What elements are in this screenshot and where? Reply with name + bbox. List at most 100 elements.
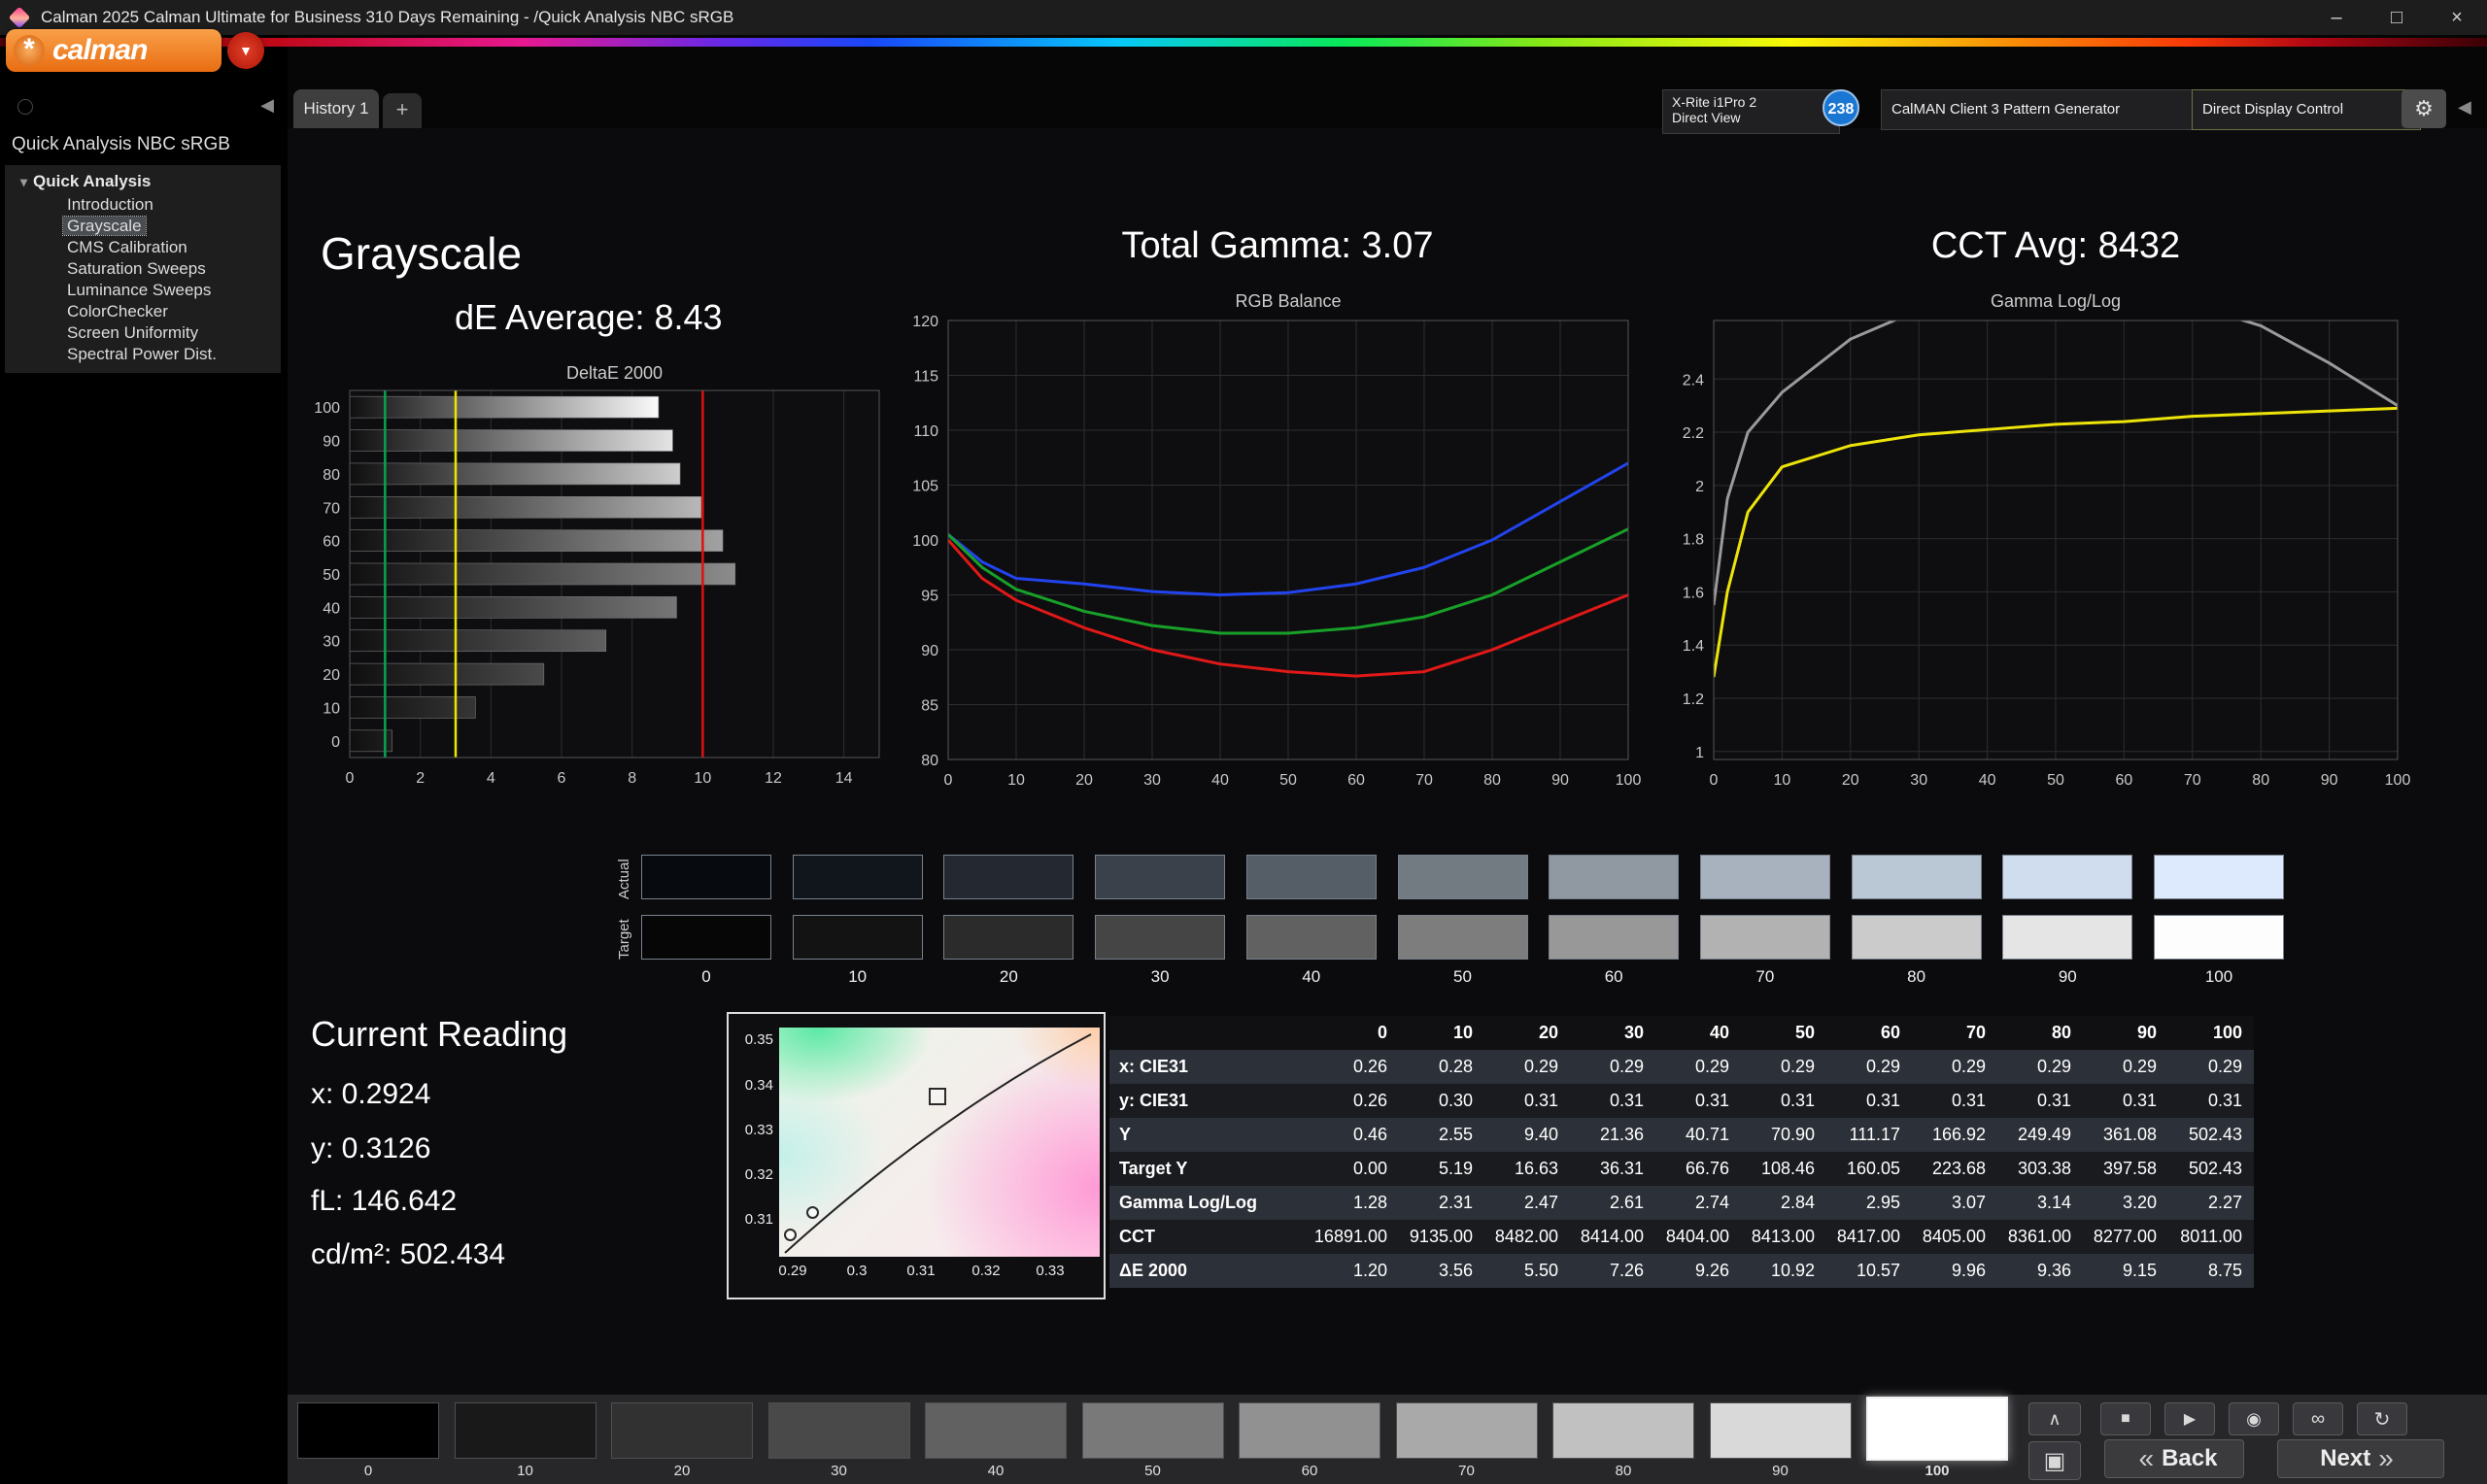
next-button[interactable]: Next » (2277, 1439, 2444, 1478)
table-cell: 8277.00 (2083, 1220, 2168, 1254)
table-cell: 3.56 (1399, 1254, 1484, 1288)
table-cell: 223.68 (1912, 1152, 1997, 1186)
table-cell: 21.36 (1570, 1118, 1655, 1152)
sidebar-item-grayscale[interactable]: Grayscale (5, 216, 281, 237)
table-cell: 108.46 (1741, 1152, 1826, 1186)
patch-swatch (1710, 1402, 1852, 1459)
meter-reading-badge[interactable]: 238 (1823, 89, 1859, 126)
sidebar-item-spectral-power-dist-[interactable]: Spectral Power Dist. (5, 344, 281, 365)
pattern-patch-0[interactable]: 0 (297, 1395, 439, 1484)
patch-swatch (1082, 1402, 1224, 1459)
single-measure-button[interactable]: ◉ (2229, 1402, 2279, 1435)
table-column-header: 70 (1912, 1016, 1997, 1050)
svg-text:100: 100 (912, 533, 938, 550)
svg-text:10: 10 (323, 700, 340, 717)
table-cell: 361.08 (2083, 1118, 2168, 1152)
continuous-measure-button[interactable]: ∞ (2293, 1402, 2343, 1435)
patch-swatch (297, 1402, 439, 1459)
patch-swatch (455, 1402, 596, 1459)
patch-label: 10 (455, 1463, 596, 1479)
play-icon: ▶ (2184, 1409, 2196, 1429)
table-cell: 9.96 (1912, 1254, 1997, 1288)
loop-button[interactable]: ↻ (2357, 1402, 2407, 1435)
sidebar-item-colorchecker[interactable]: ColorChecker (5, 301, 281, 322)
pattern-patch-30[interactable]: 30 (768, 1395, 910, 1484)
display-control-dropdown[interactable]: Direct Display Control ▼ (2192, 89, 2421, 130)
play-button[interactable]: ▶ (2164, 1402, 2215, 1435)
add-tab-button[interactable]: + (383, 93, 422, 128)
meter-mode: Direct View (1672, 110, 1814, 125)
table-cell: 3.14 (1997, 1186, 2083, 1220)
patch-label: 0 (297, 1463, 439, 1479)
patch-label: 20 (611, 1463, 753, 1479)
table-cell: 70.90 (1741, 1118, 1826, 1152)
table-cell: 8414.00 (1570, 1220, 1655, 1254)
svg-text:85: 85 (921, 698, 938, 715)
pattern-patch-60[interactable]: 60 (1239, 1395, 1380, 1484)
gamma-loglog-line-chart: Gamma Log/Log010203040506070809010011.21… (1650, 289, 2427, 791)
table-cell: 0.31 (1997, 1084, 2083, 1118)
table-cell: 8404.00 (1655, 1220, 1741, 1254)
svg-text:50: 50 (2047, 772, 2064, 789)
pattern-patch-50[interactable]: 50 (1082, 1395, 1224, 1484)
calman-menu-button[interactable]: * calman ▼ (6, 27, 270, 74)
svg-text:70: 70 (2184, 772, 2201, 789)
sidebar-item-luminance-sweeps[interactable]: Luminance Sweeps (5, 280, 281, 301)
svg-text:60: 60 (2116, 772, 2133, 789)
pattern-patch-70[interactable]: 70 (1396, 1395, 1538, 1484)
cie-x-tick-label: 0.3 (847, 1263, 868, 1279)
table-cell: 9.26 (1655, 1254, 1741, 1288)
back-button[interactable]: « Back (2104, 1439, 2244, 1478)
table-column-header: 0 (1313, 1016, 1399, 1050)
sidebar-item-screen-uniformity[interactable]: Screen Uniformity (5, 322, 281, 344)
pattern-patch-90[interactable]: 90 (1710, 1395, 1852, 1484)
svg-text:80: 80 (2252, 772, 2269, 789)
pattern-window-button[interactable]: ▣ (2028, 1441, 2081, 1480)
pattern-patch-10[interactable]: 10 (455, 1395, 596, 1484)
table-cell: 249.49 (1997, 1118, 2083, 1152)
calman-dropdown-button[interactable]: ▼ (227, 32, 264, 69)
svg-text:90: 90 (323, 434, 340, 451)
table-cell: 40.71 (1655, 1118, 1741, 1152)
close-button[interactable]: × (2427, 0, 2487, 35)
table-cell: 2.61 (1570, 1186, 1655, 1220)
tab-history-1[interactable]: History 1 (293, 89, 379, 128)
svg-text:120: 120 (912, 314, 938, 330)
maximize-button[interactable]: □ (2367, 0, 2427, 35)
settings-button[interactable]: ⚙ (2402, 89, 2446, 128)
table-cell: 0.31 (1484, 1084, 1570, 1118)
table-cell: 2.74 (1655, 1186, 1741, 1220)
pattern-patch-100[interactable]: 100 (1866, 1395, 2008, 1484)
table-row-label: ΔE 2000 (1109, 1254, 1313, 1288)
table-cell: 0.31 (2083, 1084, 2168, 1118)
svg-text:80: 80 (921, 753, 938, 769)
patch-swatch (611, 1402, 753, 1459)
svg-text:0: 0 (1710, 772, 1719, 789)
sidebar-item-introduction[interactable]: Introduction (5, 194, 281, 216)
sidebar-collapse-icon[interactable]: ◀ (260, 95, 274, 116)
table-cell: 0.29 (2168, 1050, 2254, 1084)
meter-dropdown[interactable]: X-Rite i1Pro 2 Direct View ▼ (1662, 89, 1840, 134)
minimize-button[interactable]: – (2306, 0, 2367, 35)
sidebar-item-cms-calibration[interactable]: CMS Calibration (5, 237, 281, 258)
right-panel-collapse-icon[interactable]: ◀ (2458, 97, 2471, 118)
table-cell: 0.31 (1741, 1084, 1826, 1118)
svg-text:90: 90 (1551, 772, 1569, 789)
table-cell: 0.29 (1741, 1050, 1826, 1084)
tree-root-quick-analysis[interactable]: ▾Quick Analysis (5, 165, 281, 194)
patch-label: 100 (1866, 1463, 2008, 1479)
pattern-patch-40[interactable]: 40 (925, 1395, 1067, 1484)
svg-text:50: 50 (323, 567, 340, 584)
table-cell: 502.43 (2168, 1152, 2254, 1186)
sidebar-item-saturation-sweeps[interactable]: Saturation Sweeps (5, 258, 281, 280)
cct-average-readout: CCT Avg: 8432 (1764, 225, 2347, 267)
stop-button[interactable]: ■ (2100, 1402, 2151, 1435)
table-cell: 2.55 (1399, 1118, 1484, 1152)
pattern-generator-dropdown[interactable]: CalMAN Client 3 Pattern Generator ▼ (1881, 89, 2209, 130)
pattern-patch-80[interactable]: 80 (1552, 1395, 1694, 1484)
collapse-pattern-bar-button[interactable]: ∧ (2028, 1402, 2081, 1435)
calman-logo[interactable]: * calman (6, 29, 221, 72)
svg-text:50: 50 (1279, 772, 1297, 789)
pattern-patch-20[interactable]: 20 (611, 1395, 753, 1484)
calman-logo-text: calman (52, 34, 147, 67)
